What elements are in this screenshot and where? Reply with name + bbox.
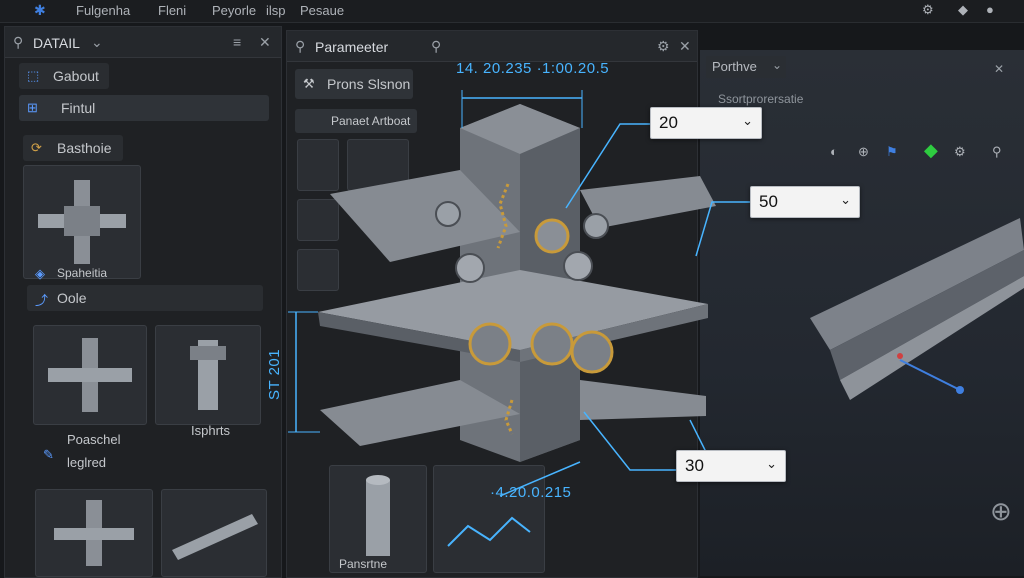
dropdown-value: 50 — [759, 192, 778, 211]
dimension-bottom: ·4.20.0.215 — [490, 484, 572, 501]
dimension-left: ST 201 — [266, 348, 283, 400]
chevron-down-icon: ⌄ — [840, 192, 851, 207]
dimension-top: 14. 20.235 ·1:00.20.5 — [456, 60, 610, 77]
dimension-dropdown-1[interactable]: 20 ⌄ — [650, 107, 762, 139]
dropdown-value: 20 — [659, 113, 678, 132]
chevron-down-icon: ⌄ — [766, 456, 777, 471]
dropdown-value: 30 — [685, 456, 704, 475]
dimension-dropdown-2[interactable]: 50 ⌄ — [750, 186, 860, 218]
chevron-down-icon: ⌄ — [742, 113, 753, 128]
dimension-dropdown-3[interactable]: 30 ⌄ — [676, 450, 786, 482]
